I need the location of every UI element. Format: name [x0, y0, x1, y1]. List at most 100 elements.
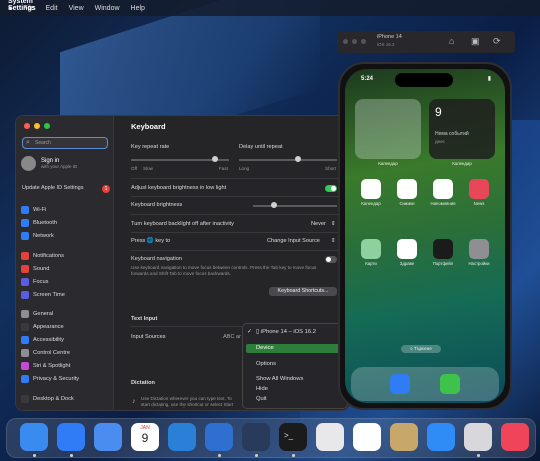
minimize-button[interactable] — [352, 39, 357, 44]
sidebar-item-label: Privacy & Security — [33, 376, 80, 382]
sidebar-item-sound[interactable]: Sound — [21, 265, 49, 273]
zoom-button[interactable] — [361, 39, 366, 44]
nav-desc: Use keyboard navigation to move focus be… — [131, 265, 317, 276]
apple-id-signin[interactable]: Sign in with your Apple ID — [21, 156, 77, 171]
sidebar-item-focus[interactable]: Focus — [21, 278, 49, 286]
adjust-brightness-toggle[interactable] — [325, 185, 337, 192]
phone-app-icon[interactable] — [361, 239, 381, 259]
sidebar-icon — [21, 375, 29, 383]
phone-app-icon[interactable] — [397, 239, 417, 259]
simulator-icon[interactable] — [242, 423, 270, 451]
calendar-icon[interactable]: JAN 9 — [131, 423, 159, 451]
sidebar-icon — [21, 206, 29, 214]
account-sub: with your Apple ID — [41, 164, 78, 169]
terminal-icon[interactable]: >_ — [279, 423, 307, 451]
sidebar-icon — [21, 232, 29, 240]
sidebar-item-accessibility[interactable]: Accessibility — [21, 336, 64, 344]
sidebar-item-desktop-dock[interactable]: Desktop & Dock — [21, 395, 74, 403]
menu-item-options[interactable]: Options › — [246, 360, 346, 369]
rotate-icon[interactable]: ⟳ — [493, 36, 501, 47]
search-input[interactable]: ⌕ Search — [22, 137, 108, 149]
menu-item-quit[interactable]: Quit — [246, 395, 346, 404]
vscode-icon[interactable] — [168, 423, 196, 451]
sidebar-item-notifications[interactable]: Notifications — [21, 252, 64, 260]
menu-item-label: Options — [256, 361, 276, 367]
menu-item-hide[interactable]: Hide — [246, 385, 346, 394]
sidebar-item-screen-time[interactable]: Screen Time — [21, 291, 65, 299]
calendar-widget[interactable]: 9 Нема событий днес — [429, 99, 495, 159]
phone-app-icon[interactable] — [469, 239, 489, 259]
sidebar-item-wi-fi[interactable]: Wi-Fi — [21, 206, 46, 214]
close-button[interactable] — [24, 123, 30, 129]
sidebar-item-privacy-security[interactable]: Privacy & Security — [21, 375, 79, 383]
backlight-off-label: Turn keyboard backlight off after inacti… — [131, 221, 234, 227]
phone-app-icon[interactable] — [397, 179, 417, 199]
brightness-knob[interactable] — [271, 202, 277, 208]
phone-app-icon[interactable] — [361, 179, 381, 199]
search-icon: ⌕ — [26, 139, 30, 146]
widget-left[interactable] — [355, 99, 421, 159]
sidebar-item-network[interactable]: Network — [21, 232, 54, 240]
press-key-select[interactable]: Change Input Source — [267, 238, 320, 244]
safari-icon[interactable] — [390, 374, 410, 394]
menu-help[interactable]: Help — [131, 5, 145, 12]
key-repeat-knob[interactable] — [212, 156, 218, 162]
backlight-off-select[interactable]: Never — [311, 221, 326, 227]
mail-icon[interactable] — [94, 423, 122, 451]
delay-knob[interactable] — [295, 156, 301, 162]
close-button[interactable] — [343, 39, 348, 44]
phone-app-icon[interactable] — [433, 179, 453, 199]
xcode-icon[interactable] — [205, 423, 233, 451]
instruments-icon[interactable] — [316, 423, 344, 451]
minimize-button[interactable] — [34, 123, 40, 129]
phone-app-icon[interactable] — [469, 179, 489, 199]
menu-item-show-all[interactable]: Show All Windows — [246, 375, 346, 384]
sidebar-item-appearance[interactable]: Appearance — [21, 323, 64, 331]
menu-app-name[interactable]: System Settings — [8, 0, 36, 18]
iphone-screen[interactable]: 5:24 ▮ 9 Нема событий днес Календар Кале… — [345, 69, 505, 403]
music-icon[interactable] — [501, 423, 529, 451]
preview-icon[interactable] — [464, 423, 492, 451]
delay-label: Delay until repeat — [239, 144, 283, 150]
phone-icon: ▯ — [256, 329, 260, 335]
zoom-button[interactable] — [44, 123, 50, 129]
home-icon[interactable]: ⌂ — [449, 36, 454, 46]
phone-app-icon[interactable] — [433, 239, 453, 259]
screenshot-icon[interactable]: ▣ — [471, 36, 480, 47]
safari-icon[interactable] — [57, 423, 85, 451]
menu-item-device[interactable]: Device ▸ — [246, 344, 346, 353]
utilities-icon[interactable] — [390, 423, 418, 451]
chevron-updown-icon: ⇕ — [331, 221, 336, 227]
sidebar-item-label: General — [33, 311, 54, 317]
keyboard-navigation-toggle[interactable] — [325, 256, 337, 263]
delay-slider[interactable] — [239, 159, 337, 161]
keyboard-shortcuts-button[interactable]: Keyboard Shortcuts... — [269, 287, 337, 296]
menu-item-iphone[interactable]: ✓ ▯ iPhone 14 – iOS 16.2 — [246, 328, 346, 337]
menu-edit[interactable]: Edit — [46, 5, 58, 12]
freeform-icon[interactable] — [353, 423, 381, 451]
messages-icon[interactable] — [440, 374, 460, 394]
device-name: iPhone 14 — [377, 34, 402, 40]
divider — [131, 232, 339, 233]
finder-icon[interactable] — [20, 423, 48, 451]
simulator-toolbar: iPhone 14 iOS 16.2 ⌂ ▣ ⟳ — [337, 31, 515, 53]
sidebar-icon — [21, 219, 29, 227]
menu-window[interactable]: Window — [95, 5, 120, 12]
sidebar-icon — [21, 362, 29, 370]
search-pill[interactable]: ⌕ Търсене — [401, 345, 441, 353]
widget-text: Нема событий — [435, 131, 469, 137]
sidebar-item-bluetooth[interactable]: Bluetooth — [21, 219, 57, 227]
brightness-slider[interactable] — [253, 205, 337, 207]
press-key-label: Press 🌐 key to — [131, 238, 171, 244]
fast-label: Fast — [219, 166, 228, 171]
brightness-label: Keyboard brightness — [131, 202, 183, 208]
sidebar-item-general[interactable]: General — [21, 310, 53, 318]
chevron-updown-icon: ⇕ — [331, 238, 336, 244]
adjust-brightness-label: Adjust keyboard brightness in low light — [131, 185, 227, 191]
app-store-icon[interactable] — [427, 423, 455, 451]
update-apple-id-item[interactable]: Update Apple ID Settings — [22, 185, 83, 191]
sidebar-item-siri-spotlight[interactable]: Siri & Spotlight — [21, 362, 70, 370]
running-indicator — [218, 454, 221, 457]
menu-view[interactable]: View — [69, 5, 84, 12]
sidebar-item-control-centre[interactable]: Control Centre — [21, 349, 70, 357]
